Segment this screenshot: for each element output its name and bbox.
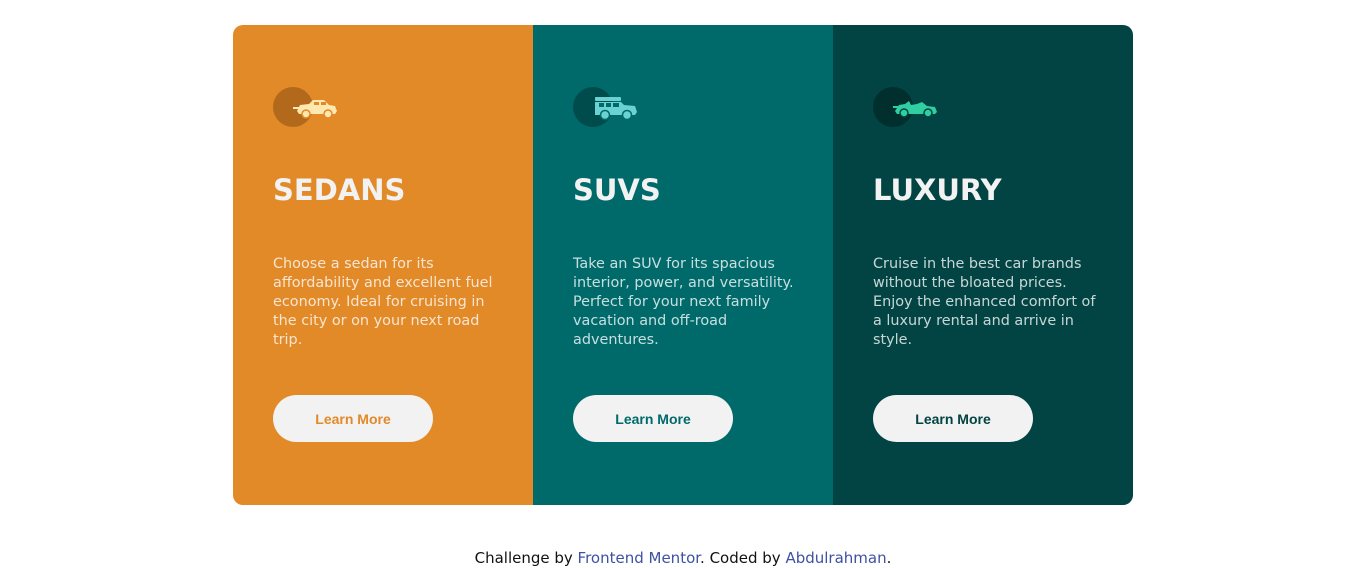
card-title: LUXURY bbox=[873, 173, 1002, 207]
luxury-car-icon bbox=[873, 87, 939, 127]
cards-container: SEDANS Choose a sedan for its affordabil… bbox=[233, 25, 1133, 505]
author-link[interactable]: Abdulrahman bbox=[785, 549, 886, 567]
learn-more-button[interactable]: Learn More bbox=[273, 395, 433, 442]
card-luxury: LUXURY Cruise in the best car brands wit… bbox=[833, 25, 1133, 505]
card-sedans: SEDANS Choose a sedan for its affordabil… bbox=[233, 25, 533, 505]
attribution-prefix: Challenge by bbox=[474, 549, 578, 567]
card-title: SUVS bbox=[573, 173, 661, 207]
card-suvs: SUVS Take an SUV for its spacious interi… bbox=[533, 25, 833, 505]
learn-more-button[interactable]: Learn More bbox=[873, 395, 1033, 442]
card-description: Take an SUV for its spacious interior, p… bbox=[573, 256, 794, 348]
suv-car-icon bbox=[573, 87, 639, 127]
frontend-mentor-link[interactable]: Frontend Mentor bbox=[578, 549, 701, 567]
card-title: SEDANS bbox=[273, 173, 406, 207]
attribution-suffix: . bbox=[886, 549, 892, 567]
attribution-middle: . Coded by bbox=[700, 549, 786, 567]
sedan-car-icon bbox=[273, 87, 339, 127]
attribution: Challenge by Frontend Mentor. Coded by A… bbox=[0, 549, 1366, 567]
learn-more-button[interactable]: Learn More bbox=[573, 395, 733, 442]
card-description: Choose a sedan for its affordability and… bbox=[273, 256, 493, 348]
card-description: Cruise in the best car brands without th… bbox=[873, 256, 1096, 348]
